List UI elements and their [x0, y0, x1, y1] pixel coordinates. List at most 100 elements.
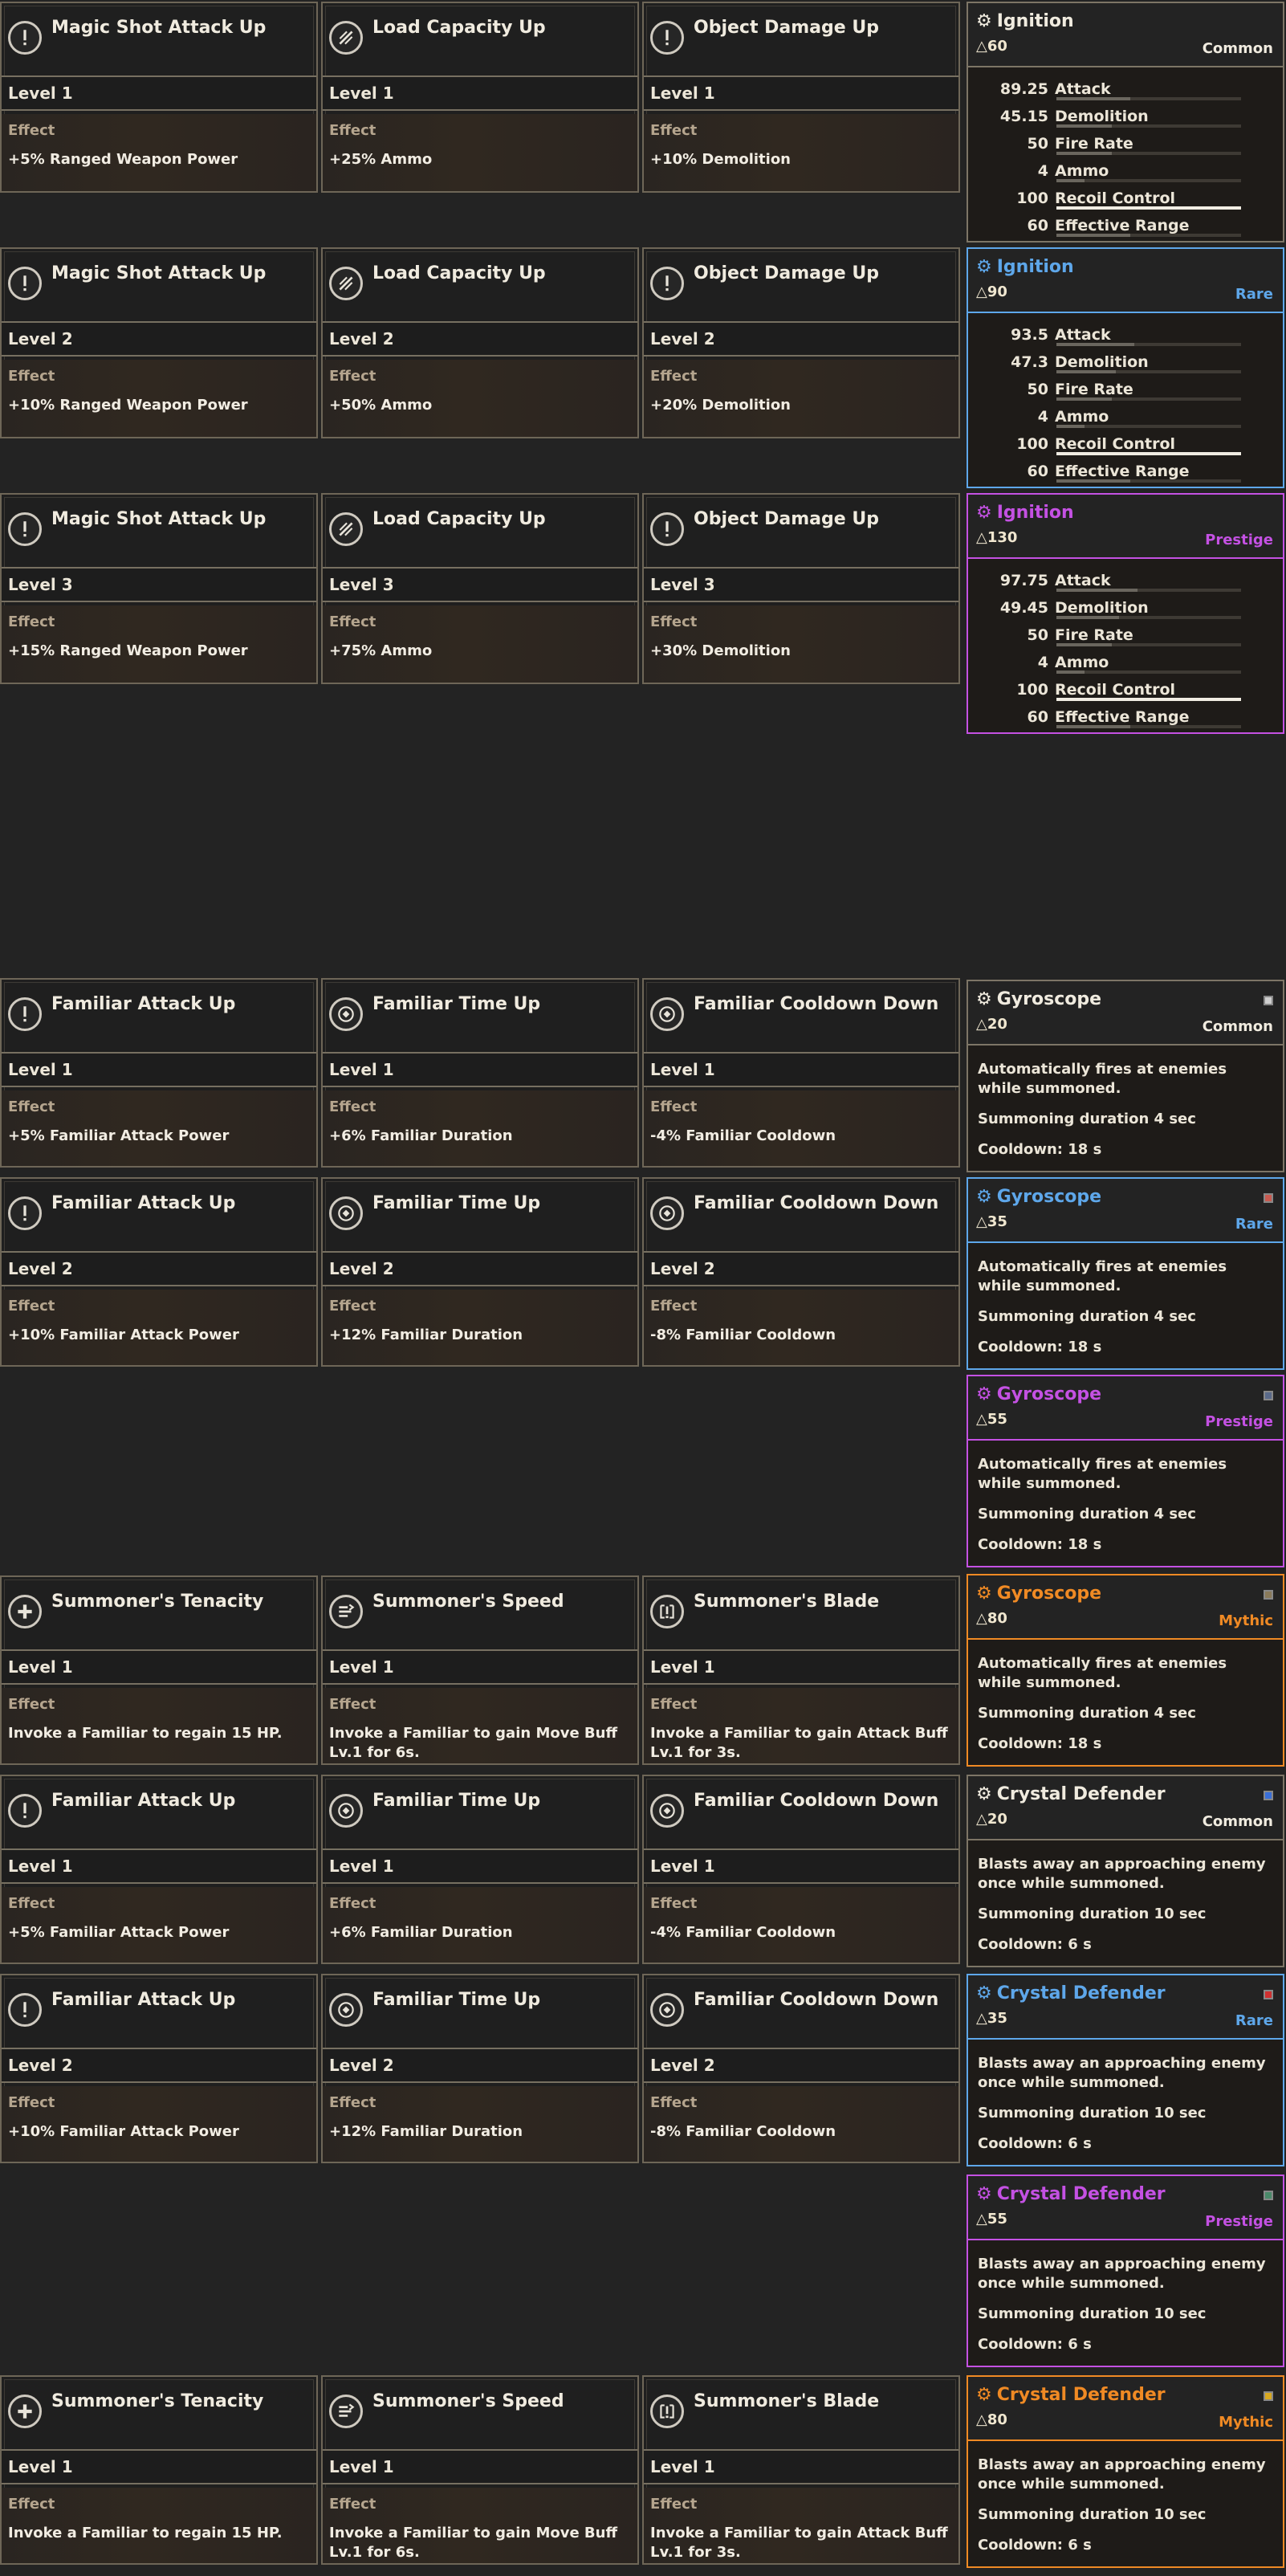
mod-card[interactable]: Familiar Cooldown Down Level 1 Effect -4% F… [642, 1775, 960, 1964]
exclamation-icon [8, 21, 42, 55]
stat-bar-fill [1056, 234, 1130, 237]
effect-label: Effect [650, 368, 698, 385]
mod-card-header: Familiar Cooldown Down [644, 1776, 958, 1845]
mod-card[interactable]: Familiar Attack Up Level 1 Effect +5% Famil… [0, 978, 318, 1168]
familiar-weapon-card[interactable]: ⚙ Gyroscope △80 Mythic Automatically fires a… [967, 1574, 1284, 1767]
mod-card[interactable]: Summoner's Tenacity Level 1 Effect Invoke a… [0, 1575, 318, 1765]
weapon-header: ⚙ Gyroscope △20 Common [968, 981, 1283, 1045]
mod-effect-box: Effect Invoke a Familiar to gain Move Buf… [323, 2488, 637, 2563]
mod-card[interactable]: Summoner's Tenacity Level 1 Effect Invoke a… [0, 2375, 318, 2565]
mod-card[interactable]: Summoner's Speed Level 1 Effect Invoke a Fa… [321, 1575, 639, 1765]
stat-row: 60 Effective Range [976, 703, 1275, 731]
mod-card[interactable]: Familiar Time Up Level 1 Effect +6% Familia… [321, 1775, 639, 1964]
weapon-rarity: Common [1202, 40, 1273, 57]
mod-card[interactable]: Magic Shot Attack Up Level 3 Effect +15% Ra… [0, 493, 318, 684]
weapon-header: ⚙ Ignition △130 Prestige [968, 495, 1283, 559]
weapon-header: ⚙ Crystal Defender △20 Common [968, 1776, 1283, 1840]
weapon-duration: Summoning duration 4 sec [978, 1308, 1196, 1325]
familiar-weapon-card[interactable]: ⚙ Gyroscope △55 Prestige Automatically fires… [967, 1375, 1284, 1567]
mod-card[interactable]: Magic Shot Attack Up Level 2 Effect +10% Ra… [0, 247, 318, 438]
stat-value: 4 [1037, 162, 1048, 180]
mod-title: Summoner's Speed [372, 1592, 564, 1612]
mod-card-header: Load Capacity Up [323, 495, 637, 564]
mod-card[interactable]: Object Damage Up Level 2 Effect +20% Demoli… [642, 247, 960, 438]
mod-effect-box: Effect +5% Ranged Weapon Power [2, 114, 316, 191]
mod-title: Summoner's Tenacity [51, 1592, 264, 1612]
mod-card[interactable]: Familiar Time Up Level 2 Effect +12% Famili… [321, 1177, 639, 1367]
mod-level: Level 3 [2, 567, 316, 602]
weapon-stats: 93.5 Attack 47.3 Demolition 50 Fire Rate 4 Ammo… [968, 318, 1283, 488]
mod-card[interactable]: Summoner's Speed Level 1 Effect Invoke a Fa… [321, 2375, 639, 2565]
mod-level: Level 1 [323, 75, 637, 111]
mod-card-header: Load Capacity Up [323, 249, 637, 318]
mod-level: Level 2 [323, 2048, 637, 2083]
familiar-weapon-card[interactable]: ⚙ Gyroscope △35 Rare Automatically fires at … [967, 1177, 1284, 1370]
mod-title: Load Capacity Up [372, 18, 546, 38]
mod-title: Summoner's Blade [694, 2391, 880, 2411]
element-swatch [1264, 1590, 1273, 1600]
mod-card-header: Familiar Attack Up [2, 1776, 316, 1845]
familiar-weapon-card[interactable]: ⚙ Crystal Defender △80 Mythic Blasts away an… [967, 2375, 1284, 2568]
mod-card[interactable]: Familiar Time Up Level 1 Effect +6% Familia… [321, 978, 639, 1168]
element-swatch [1264, 2191, 1273, 2200]
mod-card[interactable]: Object Damage Up Level 1 Effect +10% Demoli… [642, 2, 960, 193]
stat-value: 100 [1016, 681, 1048, 699]
mod-card[interactable]: Familiar Attack Up Level 2 Effect +10% Fami… [0, 1974, 318, 2163]
weapon-header: ⚙ Crystal Defender △55 Prestige [968, 2176, 1283, 2240]
stat-row: 50 Fire Rate [976, 376, 1275, 403]
mod-card[interactable]: Familiar Cooldown Down Level 2 Effect -8% F… [642, 1974, 960, 2163]
mod-card[interactable]: Familiar Attack Up Level 2 Effect +10% Fami… [0, 1177, 318, 1367]
mod-card[interactable]: Magic Shot Attack Up Level 1 Effect +5% Ran… [0, 2, 318, 193]
mod-effect-box: Effect +5% Familiar Attack Power [2, 1887, 316, 1963]
weapon-card[interactable]: ⚙ Ignition △90 Rare 93.5 Attack 47.3 Demolition… [967, 247, 1284, 488]
mod-card[interactable]: Familiar Attack Up Level 1 Effect +5% Famil… [0, 1775, 318, 1964]
effect-label: Effect [329, 613, 376, 630]
mod-title: Object Damage Up [694, 18, 879, 38]
mod-card[interactable]: Load Capacity Up Level 2 Effect +50% Ammo [321, 247, 639, 438]
familiar-weapon-card[interactable]: ⚙ Gyroscope △20 Common Automatically fires a… [967, 980, 1284, 1172]
mod-card-header: Familiar Time Up [323, 980, 637, 1049]
stat-bar-fill [1056, 152, 1112, 155]
mod-title: Summoner's Speed [372, 2391, 564, 2411]
weapon-name: Crystal Defender [996, 2385, 1166, 2405]
effect-label: Effect [650, 1895, 698, 1912]
stat-bar [1056, 589, 1241, 592]
mod-card[interactable]: Load Capacity Up Level 3 Effect +75% Ammo [321, 493, 639, 684]
familiar-weapon-card[interactable]: ⚙ Crystal Defender △55 Prestige Blasts away … [967, 2175, 1284, 2367]
mod-title: Familiar Time Up [372, 1990, 541, 2010]
mod-level: Level 1 [2, 1052, 316, 1087]
mod-card[interactable]: Familiar Time Up Level 2 Effect +12% Famili… [321, 1974, 639, 2163]
mod-card[interactable]: Familiar Cooldown Down Level 2 Effect -8% F… [642, 1177, 960, 1367]
weapon-card[interactable]: ⚙ Ignition △130 Prestige 97.75 Attack 49.45 Dem… [967, 493, 1284, 734]
familiar-weapon-card[interactable]: ⚙ Crystal Defender △35 Rare Blasts away an a… [967, 1974, 1284, 2166]
mod-card[interactable]: Summoner's Blade Level 1 Effect Invoke a Fa… [642, 1575, 960, 1765]
target-icon [650, 1993, 684, 2027]
mod-level: Level 1 [644, 1848, 958, 1884]
weapon-card[interactable]: ⚙ Ignition △60 Common 89.25 Attack 45.15 Demoli… [967, 2, 1284, 243]
weapon-header: ⚙ Crystal Defender △35 Rare [968, 1975, 1283, 2040]
weapon-name: Ignition [996, 257, 1074, 277]
mod-card-header: Summoner's Tenacity [2, 2377, 316, 2446]
mod-card[interactable]: Object Damage Up Level 3 Effect +30% Demoli… [642, 493, 960, 684]
weapon-name-row: ⚙ Gyroscope [976, 1384, 1275, 1404]
mod-card[interactable]: Load Capacity Up Level 1 Effect +25% Ammo [321, 2, 639, 193]
effect-value: -8% Familiar Cooldown [650, 2123, 836, 2140]
familiar-weapon-card[interactable]: ⚙ Crystal Defender △20 Common Blasts away an… [967, 1775, 1284, 1967]
mod-level: Level 2 [2, 321, 316, 357]
weapon-desc-text: Blasts away an approaching enemy once wh… [978, 2256, 1266, 2292]
stat-bar-fill [1056, 698, 1241, 701]
weapon-cost: △35 [976, 2010, 1007, 2027]
mod-level: Level 1 [323, 2449, 637, 2484]
mod-card[interactable]: Summoner's Blade Level 1 Effect Invoke a Fa… [642, 2375, 960, 2565]
effect-label: Effect [329, 368, 376, 385]
weapon-rarity: Prestige [1205, 532, 1273, 548]
weapon-rarity: Common [1202, 1813, 1273, 1830]
mod-title: Magic Shot Attack Up [51, 18, 267, 38]
mod-title: Familiar Attack Up [51, 1791, 236, 1811]
mod-card[interactable]: Familiar Cooldown Down Level 1 Effect -4% F… [642, 978, 960, 1168]
effect-label: Effect [329, 1098, 376, 1115]
mod-effect-box: Effect +10% Familiar Attack Power [2, 2086, 316, 2162]
mod-title: Familiar Attack Up [51, 1990, 236, 2010]
weapon-header: ⚙ Gyroscope △55 Prestige [968, 1376, 1283, 1441]
weapon-name-row: ⚙ Crystal Defender [976, 1784, 1275, 1804]
